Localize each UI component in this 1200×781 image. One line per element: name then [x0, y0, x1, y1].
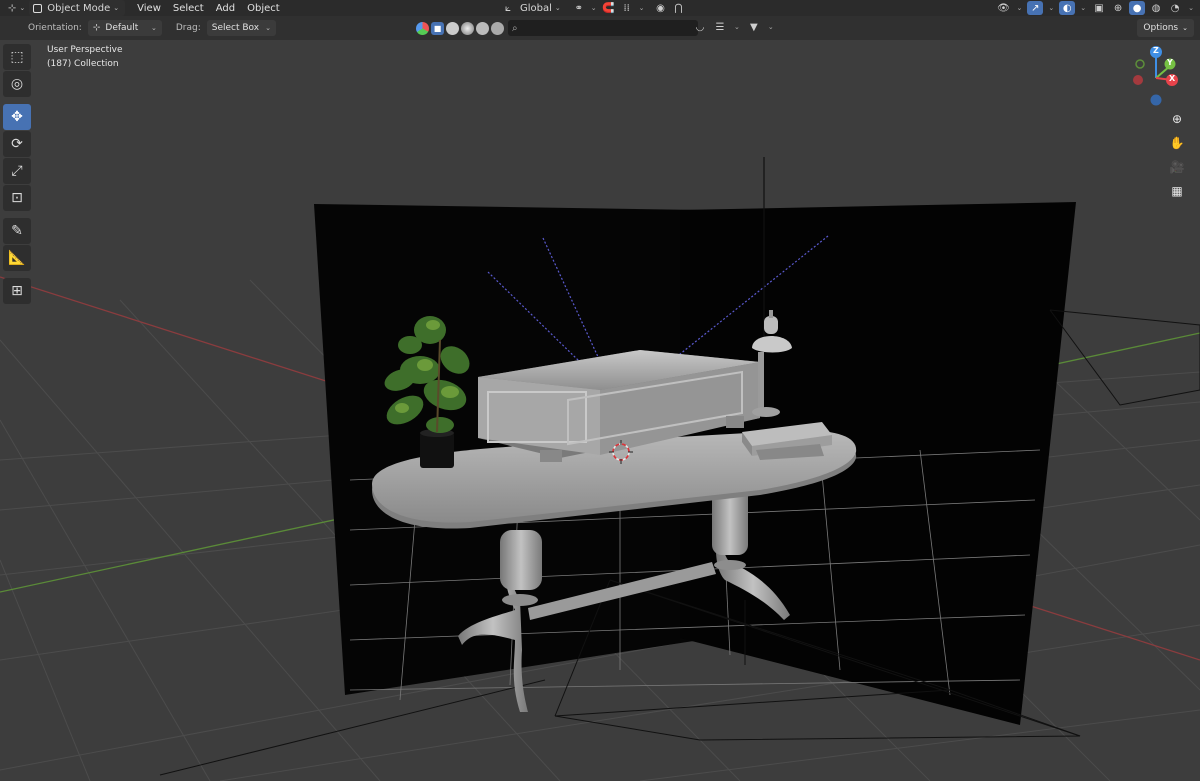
viewport-header: ⊹ ⌄ Object Mode ⌄ View Select Add Object … — [0, 0, 1200, 16]
object-mode-icon — [33, 3, 43, 13]
scene-icon[interactable] — [416, 21, 429, 35]
scale-icon[interactable]: ⤢ — [3, 158, 31, 184]
navigation-gizmo[interactable]: Z Y X — [1126, 44, 1186, 110]
gizmo-z-label: Z — [1153, 46, 1159, 55]
chevron-down-icon: ⌄ — [767, 23, 774, 31]
editor-type-icon: ⊹ — [8, 2, 17, 14]
chevron-down-icon: ⌄ — [113, 4, 120, 12]
mode-select[interactable]: Object Mode ⌄ — [29, 0, 126, 16]
material-shading-icon[interactable]: ◍ — [1148, 1, 1164, 15]
pivot-point-icon[interactable]: ⚭ — [571, 1, 587, 15]
pan-hand-icon[interactable]: ✋ — [1166, 132, 1188, 154]
move-icon[interactable]: ✥ — [3, 104, 31, 130]
view-shading-controls: 👁 ⌄ ↗ ⌄ ◐ ⌄ ▣ ⊕ ● ◍ ◔ ⌄ — [996, 0, 1197, 16]
snap-target-icon[interactable]: ⁞⁞ — [619, 1, 635, 15]
search-icon: ⌕ — [512, 22, 518, 34]
transform-controls: ⟀ Global ⌄ ⚭ ⌄ 🧲 ⁞⁞ ⌄ ◉ ⋂ — [500, 0, 687, 16]
mode-label: Object Mode — [47, 2, 111, 14]
proportional-edit-icon[interactable]: ◉ — [653, 1, 669, 15]
collapse-icon[interactable]: ◡ — [692, 20, 708, 34]
gizmo-toggle-icon[interactable]: ↗ — [1027, 1, 1044, 15]
wireframe-shading-icon[interactable]: ⊕ — [1110, 1, 1126, 15]
menu-object[interactable]: Object — [241, 3, 286, 14]
chevron-down-icon: ⌄ — [554, 4, 561, 12]
camera-icon[interactable]: 🎥 — [1166, 156, 1188, 178]
solid-shading-icon[interactable]: ● — [1129, 1, 1146, 15]
chevron-down-icon: ⌄ — [638, 4, 645, 12]
chevron-down-icon: ⌄ — [734, 23, 740, 31]
chevron-down-icon: ⌄ — [1048, 4, 1055, 12]
orientation-gizmo-icon[interactable]: ⟀ — [500, 1, 516, 15]
select-box-icon[interactable]: ⬚ — [3, 44, 31, 70]
viewport-info-overlay: User Perspective (187) Collection — [47, 43, 123, 71]
overlay-toggle-icon[interactable]: ◐ — [1059, 1, 1076, 15]
transform-icon[interactable]: ⊡ — [3, 185, 31, 211]
outliner-filter-bar: ■ ⌕ — [416, 19, 698, 37]
falloff-icon[interactable]: ⋂ — [671, 1, 687, 15]
rotate-icon[interactable]: ⟳ — [3, 131, 31, 157]
search-input[interactable]: ⌕ — [508, 20, 698, 36]
zoom-icon[interactable]: ⊕ — [1166, 108, 1188, 130]
measure-icon[interactable]: 📐 — [3, 245, 31, 271]
chevron-down-icon: ⌄ — [590, 4, 597, 12]
visibility-icon[interactable]: 👁 — [996, 1, 1012, 15]
snap-icon[interactable]: 🧲 — [601, 1, 617, 15]
perspective-label: User Perspective — [47, 45, 123, 55]
transform-orientation-label: Global — [520, 2, 552, 14]
options-button[interactable]: Options ⌄ — [1137, 19, 1194, 37]
xray-icon[interactable]: ▣ — [1091, 1, 1107, 15]
3d-viewport[interactable]: ⬚ ◎ ✥ ⟳ ⤢ ⊡ ✎ 📐 ⊞ User Perspective (187)… — [0, 40, 1200, 781]
transform-orientation-select[interactable]: Global ⌄ — [518, 0, 563, 16]
rendered-shading-icon[interactable]: ◔ — [1167, 1, 1183, 15]
menu-add[interactable]: Add — [210, 3, 241, 14]
filter-tail: ◡ ☰ ⌄ ▼ ⌄ — [692, 20, 776, 34]
chevron-down-icon: ⌄ — [265, 24, 271, 32]
add-cube-icon[interactable]: ⊞ — [3, 278, 31, 304]
filter-icon[interactable]: ▼ — [746, 20, 762, 34]
ortho-grid-icon[interactable]: ▦ — [1166, 180, 1188, 202]
orientation-value: Default — [105, 23, 139, 33]
menu-select[interactable]: Select — [167, 3, 210, 14]
editor-type-button[interactable]: ⊹ ⌄ — [4, 0, 29, 16]
light-icon[interactable] — [491, 21, 504, 35]
gizmo-x-label: X — [1169, 74, 1176, 83]
orientation-select[interactable]: ⊹ Default ⌄ — [87, 20, 162, 36]
drag-label: Drag: — [175, 23, 201, 33]
menu-view[interactable]: View — [131, 3, 167, 14]
shading-sphere-icon[interactable] — [446, 21, 459, 35]
chevron-down-icon: ⌄ — [1080, 4, 1087, 12]
scene-render — [0, 157, 1200, 781]
chevron-down-icon: ⌄ — [1016, 4, 1023, 12]
navigation-tools: ⊕ ✋ 🎥 ▦ — [1166, 108, 1190, 204]
world-icon[interactable] — [461, 21, 474, 35]
chevron-down-icon: ⌄ — [150, 24, 157, 32]
sort-icon[interactable]: ☰ — [712, 20, 728, 34]
options-label: Options — [1143, 23, 1179, 33]
chevron-down-icon: ⌄ — [1182, 24, 1188, 32]
chevron-down-icon: ⌄ — [1188, 4, 1194, 12]
tool-shelf: ⬚ ◎ ✥ ⟳ ⤢ ⊡ ✎ 📐 ⊞ — [3, 44, 33, 305]
drag-value: Select Box — [211, 23, 260, 33]
annotate-icon[interactable]: ✎ — [3, 218, 31, 244]
chevron-down-icon: ⌄ — [19, 4, 26, 12]
select-mode-icon[interactable]: ■ — [431, 21, 444, 35]
orientation-icon: ⊹ — [92, 23, 101, 33]
drag-select[interactable]: Select Box ⌄ — [206, 20, 276, 36]
cursor-icon[interactable]: ◎ — [3, 71, 31, 97]
collection-label: (187) Collection — [47, 59, 119, 69]
gizmo-y-label: Y — [1167, 58, 1173, 67]
orientation-label: Orientation: — [28, 23, 82, 33]
render-icon[interactable] — [476, 21, 489, 35]
